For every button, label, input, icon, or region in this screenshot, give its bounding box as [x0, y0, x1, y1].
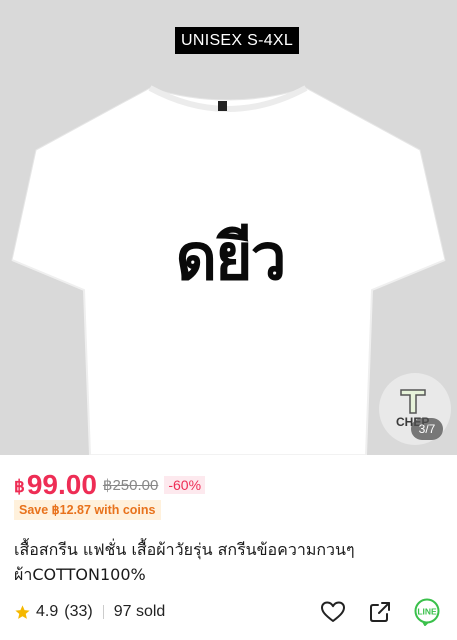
- size-badge: UNISEX S-4XL: [175, 27, 300, 54]
- product-title: เสื้อสกรีน แฟชั่น เสื้อผ้าวัยรุ่น สกรีนข…: [14, 537, 434, 587]
- currency-symbol: ฿: [14, 477, 25, 496]
- line-share-button[interactable]: LINE: [413, 598, 441, 626]
- current-price: 99.00: [26, 469, 97, 500]
- brand-logo-icon: [400, 389, 426, 414]
- sold-count: 97 sold: [113, 603, 166, 620]
- rating-row[interactable]: 4.9 (33) 97 sold: [14, 600, 165, 624]
- star-icon: [15, 604, 30, 619]
- coins-banner: Save ฿12.87 with coins: [14, 500, 161, 520]
- original-price: ฿250.00: [102, 477, 159, 494]
- svg-text:LINE: LINE: [417, 607, 437, 617]
- product-title-line1: เสื้อสกรีน แฟชั่น เสื้อผ้าวัยรุ่น สกรีนข…: [14, 540, 355, 559]
- price-row: ฿ 99.00 ฿250.00 -60%: [14, 468, 206, 502]
- line-icon: LINE: [414, 598, 440, 626]
- product-image-gallery[interactable]: UNISEX S-4XL ดยีว CHEP 3/7: [0, 0, 457, 455]
- product-title-line2: ผ้าCOTTON100%: [14, 565, 146, 584]
- review-count: (33): [64, 603, 93, 620]
- divider: [102, 605, 104, 619]
- share-button[interactable]: [366, 598, 394, 626]
- share-icon: [370, 602, 390, 622]
- image-counter: 3/7: [411, 418, 443, 440]
- shirt-print-text: ดยีว: [175, 221, 287, 295]
- discount-badge: -60%: [164, 476, 206, 494]
- favorite-button[interactable]: [319, 598, 347, 626]
- heart-icon: [321, 601, 345, 622]
- rating-value: 4.9: [36, 603, 59, 620]
